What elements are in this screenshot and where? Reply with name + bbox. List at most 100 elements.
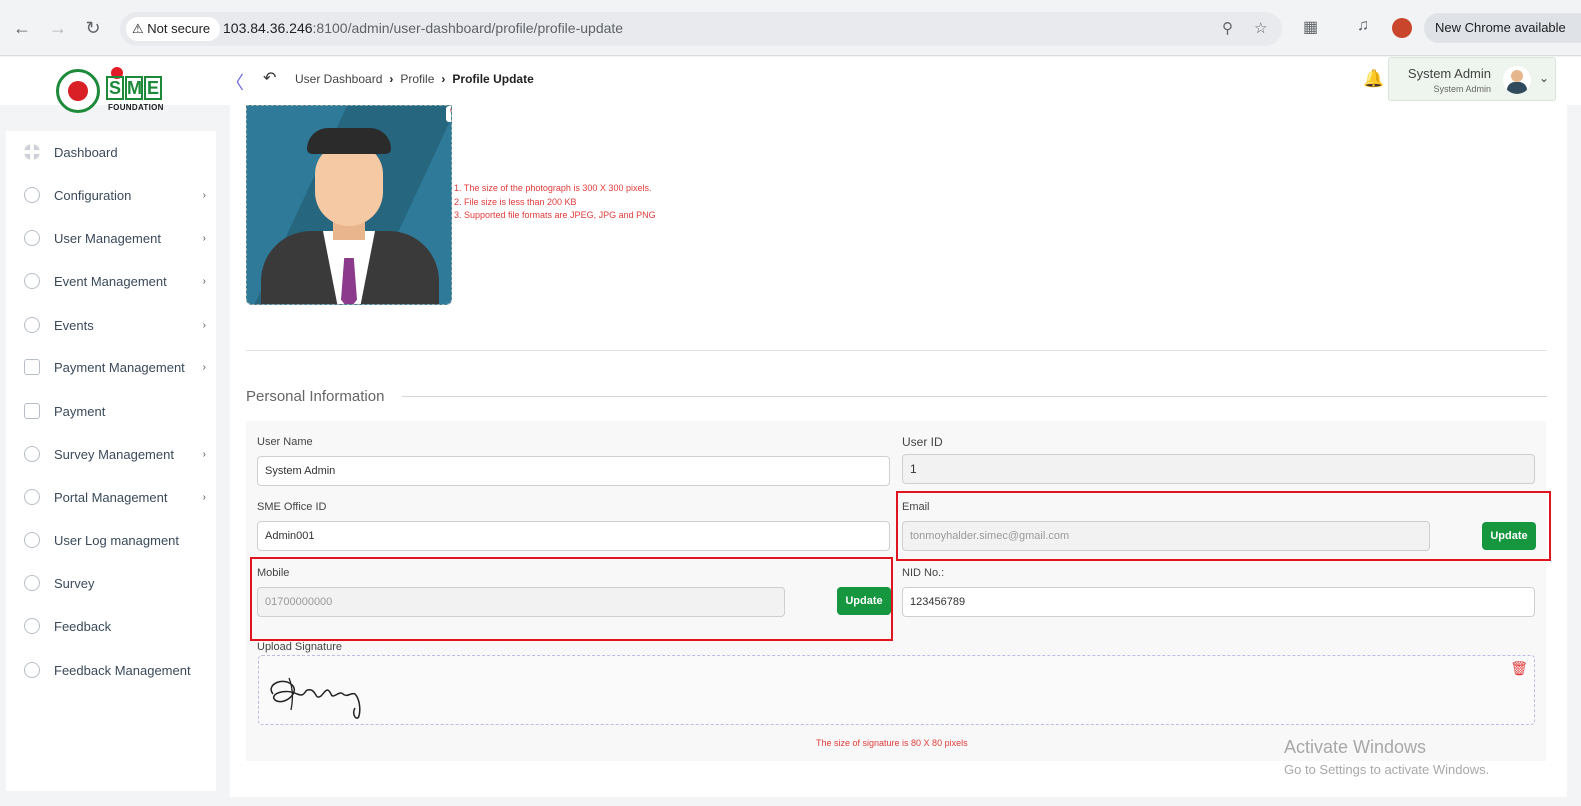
user-name: System Admin bbox=[1407, 66, 1491, 81]
sidebar-item-label: Configuration bbox=[54, 187, 132, 203]
mobile-input[interactable]: 01700000000 bbox=[257, 587, 785, 617]
star-icon[interactable]: ☆ bbox=[1254, 19, 1267, 37]
card-icon bbox=[24, 403, 40, 419]
zoom-icon[interactable]: ⚲ bbox=[1222, 19, 1233, 37]
reload-icon[interactable]: ↻ bbox=[81, 16, 105, 40]
bell-icon[interactable]: 🔔 bbox=[1363, 69, 1384, 89]
breadcrumb-profile[interactable]: Profile bbox=[400, 72, 434, 86]
divider bbox=[246, 350, 1547, 351]
card-icon bbox=[24, 359, 40, 375]
collapse-sidebar-icon[interactable]: 〈 bbox=[226, 69, 244, 95]
photo-rules: 1. The size of the photograph is 300 X 3… bbox=[454, 182, 656, 223]
sidebar-item-label: User Management bbox=[54, 230, 161, 246]
chevron-right-icon: › bbox=[202, 275, 206, 287]
pie-icon bbox=[24, 446, 40, 462]
sidebar-item-user-management[interactable]: User Management › bbox=[24, 223, 214, 253]
sidebar-item-feedback[interactable]: Feedback bbox=[24, 611, 214, 641]
extensions-icon[interactable]: ▦ bbox=[1303, 17, 1318, 37]
sidebar-item-label: User Log managment bbox=[54, 532, 180, 548]
chevron-right-icon: › bbox=[202, 232, 206, 244]
photo-rule: 3. Supported file formats are JPEG, JPG … bbox=[454, 210, 656, 220]
nid-input[interactable]: 123456789 bbox=[902, 587, 1535, 617]
warning-icon: ⚠ bbox=[132, 21, 144, 36]
address-bar[interactable]: ⚠ Not secure 103.84.36.246:8100/admin/us… bbox=[120, 12, 1282, 46]
seal-icon bbox=[56, 69, 100, 113]
sidebar-item-portal-management[interactable]: Portal Management › bbox=[24, 482, 214, 512]
sidebar-item-payment[interactable]: Payment bbox=[24, 396, 214, 426]
email-input[interactable]: tonmoyhalder.simec@gmail.com bbox=[902, 521, 1430, 551]
back-icon[interactable]: ← bbox=[10, 16, 34, 40]
user-name-label: User Name bbox=[257, 436, 313, 448]
chevron-down-icon[interactable]: ⌄ bbox=[1539, 71, 1549, 85]
sidebar-item-label: Payment Management bbox=[54, 359, 185, 375]
sidebar-item-feedback-management[interactable]: Feedback Management bbox=[24, 655, 214, 685]
profile-photo[interactable]: 🗑 bbox=[246, 105, 452, 305]
lock-icon bbox=[24, 532, 40, 548]
media-icon[interactable]: ♫ bbox=[1357, 17, 1369, 35]
logo-text: FOUNDATION bbox=[108, 103, 164, 112]
office-id-label: SME Office ID bbox=[257, 501, 327, 513]
chevron-right-icon: › bbox=[202, 361, 206, 373]
sidebar-item-dashboard[interactable]: Dashboard bbox=[24, 137, 214, 167]
url-text[interactable]: 103.84.36.246:8100/admin/user-dashboard/… bbox=[223, 20, 623, 36]
user-name-input[interactable]: System Admin bbox=[257, 456, 890, 486]
breadcrumb-user-dashboard[interactable]: User Dashboard bbox=[295, 72, 382, 86]
mobile-label: Mobile bbox=[257, 567, 290, 579]
signature-image bbox=[270, 677, 361, 719]
undo-back-icon[interactable]: ↶ bbox=[263, 68, 276, 88]
sidebar-item-user-log[interactable]: User Log managment bbox=[24, 525, 214, 555]
sidebar-item-survey-management[interactable]: Survey Management › bbox=[24, 439, 214, 469]
section-line bbox=[402, 396, 1547, 397]
sidebar-item-payment-management[interactable]: Payment Management › bbox=[24, 352, 214, 382]
email-label: Email bbox=[902, 501, 930, 513]
breadcrumb: User Dashboard › Profile › Profile Updat… bbox=[295, 72, 534, 86]
sidebar: Dashboard Configuration › User Management… bbox=[6, 131, 216, 791]
chrome-profile-avatar[interactable] bbox=[1392, 18, 1412, 38]
chevron-right-icon: › bbox=[202, 491, 206, 503]
security-label: Not secure bbox=[147, 21, 211, 36]
chevron-right-icon: › bbox=[441, 72, 446, 86]
lock-icon bbox=[24, 489, 40, 505]
signature-label: Upload Signature bbox=[257, 641, 343, 653]
logo-letter: E bbox=[144, 76, 162, 100]
chevron-right-icon: › bbox=[202, 189, 206, 201]
browser-toolbar: ← → ↻ ⚠ Not secure 103.84.36.246:8100/ad… bbox=[0, 0, 1581, 56]
sidebar-item-label: Payment bbox=[54, 403, 106, 419]
security-chip[interactable]: ⚠ Not secure bbox=[126, 17, 221, 41]
feedback-icon bbox=[24, 618, 40, 634]
signature-upload[interactable]: 🗑 bbox=[258, 655, 1535, 725]
new-chrome-button[interactable]: New Chrome available bbox=[1424, 13, 1581, 43]
lock-icon bbox=[24, 273, 40, 289]
sidebar-item-label: Feedback Management bbox=[54, 662, 191, 678]
sidebar-item-label: Survey Management bbox=[54, 446, 174, 462]
logo-letter: M bbox=[125, 76, 143, 100]
activate-windows-title: Activate Windows bbox=[1284, 737, 1427, 757]
url-path: :8100/admin/user-dashboard/profile/profi… bbox=[312, 20, 624, 36]
sidebar-item-label: Event Management bbox=[54, 273, 167, 289]
sme-logo[interactable]: S M E FOUNDATION bbox=[56, 67, 168, 113]
chevron-right-icon: › bbox=[202, 319, 206, 331]
user-id-input[interactable]: 1 bbox=[902, 454, 1535, 484]
photo-hair bbox=[307, 128, 391, 154]
forward-icon[interactable]: → bbox=[46, 16, 70, 40]
office-id-input[interactable]: Admin001 bbox=[257, 521, 890, 551]
delete-photo-icon[interactable]: 🗑 bbox=[446, 106, 451, 122]
app-header: S M E FOUNDATION 〈 ↶ User Dashboard › Pr… bbox=[0, 57, 1581, 113]
shield-icon bbox=[24, 230, 40, 246]
nid-label: NID No.: bbox=[902, 567, 945, 579]
user-menu[interactable]: System Admin System Admin ⌄ bbox=[1388, 57, 1556, 101]
personal-info-form: User Name System Admin User ID 1 SME Off… bbox=[246, 421, 1551, 761]
sidebar-item-survey[interactable]: Survey bbox=[24, 568, 214, 598]
photo-rule: 1. The size of the photograph is 300 X 3… bbox=[454, 183, 652, 193]
signature-note: The size of signature is 80 X 80 pixels bbox=[816, 738, 968, 748]
main-content: 🗑 1. The size of the photograph is 300 X… bbox=[230, 105, 1567, 797]
lock-icon bbox=[24, 317, 40, 333]
delete-signature-icon[interactable]: 🗑 bbox=[1510, 660, 1528, 677]
sidebar-item-configuration[interactable]: Configuration › bbox=[24, 180, 214, 210]
email-update-button[interactable]: Update bbox=[1482, 522, 1536, 550]
sidebar-item-event-management[interactable]: Event Management › bbox=[24, 266, 214, 296]
sidebar-item-events[interactable]: Events › bbox=[24, 310, 214, 340]
mobile-update-button[interactable]: Update bbox=[837, 587, 891, 615]
config-icon bbox=[24, 187, 40, 203]
chevron-right-icon: › bbox=[202, 448, 206, 460]
